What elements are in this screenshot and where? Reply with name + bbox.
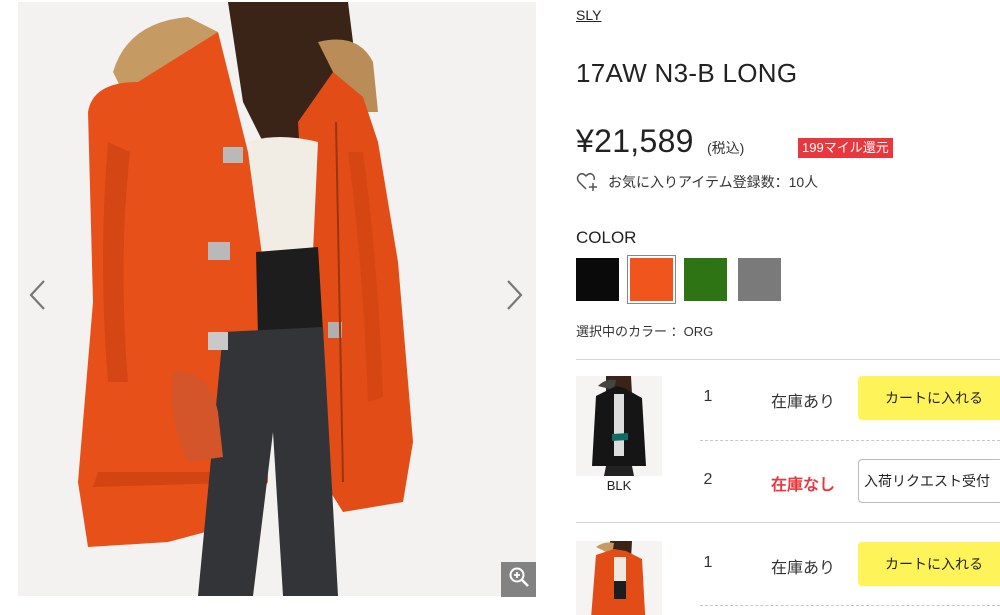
color-swatch-orange[interactable] [627, 255, 676, 304]
gallery-prev-button[interactable] [22, 275, 52, 315]
color-swatch-gray[interactable] [738, 258, 781, 301]
size-row: 1 在庫あり カートに入れる [700, 542, 1000, 586]
tax-note: (税込) [707, 140, 745, 156]
row-separator [700, 605, 1000, 606]
stock-status: 在庫なし [771, 477, 836, 494]
add-to-cart-button[interactable]: カートに入れる [858, 376, 1000, 420]
chevron-left-icon [27, 278, 47, 312]
stock-status: 在庫あり [771, 560, 836, 577]
zoom-in-icon [508, 566, 530, 593]
price-row: ¥21,589 (税込) 199マイル還元 [576, 123, 1000, 163]
restock-request-button[interactable]: 入荷リクエスト受付 [858, 459, 1000, 503]
heart-plus-icon[interactable] [576, 172, 600, 192]
zoom-button[interactable] [501, 562, 536, 597]
add-to-cart-button[interactable]: カートに入れる [858, 542, 1000, 586]
variant-black: BLK 1 在庫あり カートに入れる 2 在庫なし 入荷リクエスト受付 [576, 376, 1000, 522]
color-swatch-black[interactable] [576, 258, 619, 301]
product-info: SLY 17AW N3-B LONG ¥21,589 (税込) 199マイル還元… [576, 0, 1000, 615]
selected-color-text: 選択中のカラー ：ORG [576, 324, 714, 339]
product-main-image[interactable] [18, 2, 536, 596]
chevron-right-icon [505, 278, 525, 312]
color-swatch-green[interactable] [684, 258, 727, 301]
color-swatches [576, 255, 781, 304]
divider [576, 359, 1000, 360]
stock-status: 在庫あり [771, 394, 836, 411]
variant-thumbnail[interactable] [576, 541, 662, 615]
favorite-count: お気に入りアイテム登録数：10人 [608, 174, 819, 190]
size-row: 2 在庫なし 入荷リクエスト受付 [700, 459, 1000, 503]
price: ¥21,589 [576, 123, 694, 159]
variant-thumbnail[interactable] [576, 376, 662, 476]
product-gallery [0, 0, 555, 615]
row-separator [700, 440, 1000, 441]
mile-badge: 199マイル還元 [798, 138, 893, 158]
divider [576, 522, 1000, 523]
product-title: 17AW N3-B LONG [576, 58, 798, 88]
color-label: COLOR [576, 228, 637, 247]
size-number: 1 [703, 388, 713, 405]
gallery-next-button[interactable] [500, 275, 530, 315]
brand-link[interactable]: SLY [576, 7, 601, 23]
variant-color-label: BLK [606, 478, 632, 493]
size-row: 1 在庫あり カートに入れる [700, 376, 1000, 420]
size-number: 1 [703, 554, 713, 571]
size-number: 2 [703, 471, 713, 488]
favorite-row: お気に入りアイテム登録数：10人 [576, 171, 818, 193]
variant-orange: 1 在庫あり カートに入れる [576, 541, 1000, 615]
